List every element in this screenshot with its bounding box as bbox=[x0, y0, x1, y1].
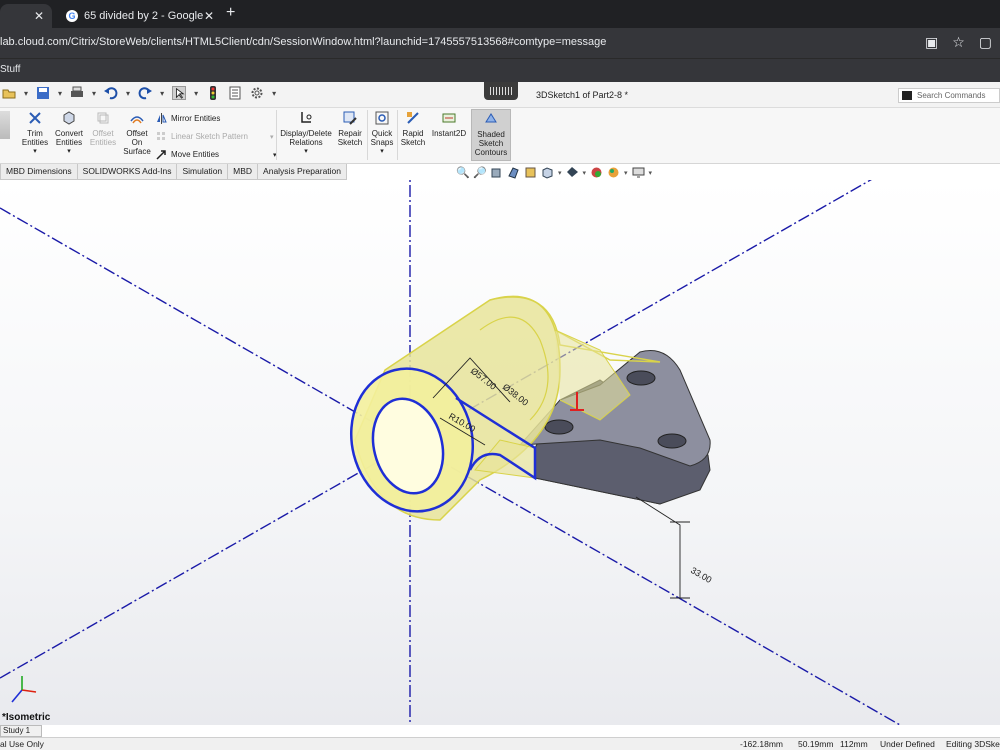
chevron-down-icon[interactable]: ▾ bbox=[24, 89, 28, 98]
zoom-to-area-icon[interactable]: 🔎 bbox=[473, 166, 487, 179]
quick-snaps-icon bbox=[375, 111, 389, 125]
convert-entities-icon bbox=[63, 111, 75, 125]
chevron-down-icon[interactable]: ▾ bbox=[558, 169, 562, 177]
status-y-coordinate: 50.19mm bbox=[798, 739, 834, 749]
open-icon[interactable] bbox=[2, 86, 16, 100]
share-icon[interactable]: ▣ bbox=[925, 34, 938, 51]
file-properties-icon[interactable] bbox=[228, 86, 242, 100]
repair-sketch-icon bbox=[343, 111, 357, 125]
bookmark-item[interactable]: Stuff bbox=[0, 64, 20, 75]
browser-tab-bar: ✕ G 65 divided by 2 - Google Search ✕ + bbox=[0, 0, 1000, 28]
offset-entities-button[interactable]: Offset Entities bbox=[88, 111, 118, 147]
status-x-coordinate: -162.18mm bbox=[740, 739, 783, 749]
bookmarks-bar: Stuff bbox=[0, 58, 1000, 82]
display-style-icon[interactable] bbox=[566, 166, 579, 179]
previous-view-icon[interactable] bbox=[490, 166, 503, 179]
instant2d-button[interactable]: Instant2D bbox=[430, 111, 468, 138]
zoom-to-fit-icon[interactable]: 🔍 bbox=[456, 166, 470, 179]
chevron-down-icon[interactable]: ▾ bbox=[126, 89, 130, 98]
print-icon[interactable] bbox=[70, 86, 84, 100]
tab-analysis-preparation[interactable]: Analysis Preparation bbox=[257, 164, 348, 180]
gear-icon[interactable] bbox=[250, 86, 264, 100]
url-text[interactable]: lab.cloud.com/Citrix/StoreWeb/clients/HT… bbox=[0, 36, 606, 48]
chevron-down-icon[interactable]: ▾ bbox=[92, 89, 96, 98]
tab-simulation[interactable]: Simulation bbox=[176, 164, 229, 180]
chevron-down-icon[interactable]: ▾ bbox=[58, 89, 62, 98]
rapid-sketch-icon bbox=[407, 112, 419, 124]
google-icon: G bbox=[66, 10, 78, 22]
instant2d-icon bbox=[442, 113, 456, 123]
dynamic-annotation-icon[interactable] bbox=[524, 166, 537, 179]
status-mode: Editing 3DSket bbox=[946, 739, 1000, 749]
repair-sketch-button[interactable]: Repair Sketch bbox=[336, 111, 364, 147]
rapid-sketch-button[interactable]: Rapid Sketch bbox=[399, 111, 427, 147]
mirror-entities-button[interactable]: Mirror Entities bbox=[156, 113, 220, 124]
relations-icon bbox=[301, 112, 312, 123]
tab-mbd[interactable]: MBD bbox=[227, 164, 259, 180]
model-view: Ø57.00 Ø38.00 R10.00 33.00 bbox=[0, 180, 901, 725]
chevron-down-icon[interactable]: ▾ bbox=[649, 169, 653, 177]
status-definition: Under Defined bbox=[880, 739, 935, 749]
browser-tab-active[interactable]: ✕ bbox=[0, 4, 52, 28]
mirror-icon bbox=[157, 113, 167, 124]
document-title: 3DSketch1 of Part2-8 * bbox=[536, 90, 629, 100]
heads-up-view-toolbar: 🔍 🔎 ▾ ▾ ▾ ▾ bbox=[456, 166, 652, 179]
appearance-icon[interactable] bbox=[607, 166, 620, 179]
bookmark-star-icon[interactable]: ☆ bbox=[952, 34, 965, 51]
move-entities-button[interactable]: Move Entities ▾ bbox=[156, 149, 277, 160]
close-tab-icon[interactable]: ✕ bbox=[34, 9, 44, 23]
extensions-icon[interactable]: ▢ bbox=[979, 34, 992, 51]
display-delete-relations-button[interactable]: Display/Delete Relations ▾ bbox=[278, 111, 334, 156]
citrix-toolbar-handle[interactable] bbox=[484, 82, 518, 100]
shaded-contours-icon bbox=[485, 113, 497, 123]
chevron-down-icon[interactable]: ▾ bbox=[194, 89, 198, 98]
status-license: al Use Only bbox=[0, 739, 44, 749]
chevron-down-icon[interactable]: ▾ bbox=[160, 89, 164, 98]
offset-icon bbox=[97, 112, 109, 124]
view-settings-icon[interactable] bbox=[632, 166, 645, 179]
chevron-down-icon[interactable]: ▾ bbox=[624, 169, 628, 177]
search-commands-input[interactable]: Search Commands bbox=[898, 88, 1000, 103]
tab-title: 65 divided by 2 - Google Search bbox=[84, 10, 204, 22]
view-orientation-label: *Isometric bbox=[2, 712, 51, 723]
convert-entities-button[interactable]: Convert Entities ▾ bbox=[53, 111, 85, 156]
linear-sketch-pattern-button[interactable]: Linear Sketch Pattern ▾ bbox=[156, 131, 273, 142]
view-orientation-icon[interactable] bbox=[541, 166, 554, 179]
move-icon bbox=[156, 150, 166, 160]
browser-tab-google[interactable]: G 65 divided by 2 - Google Search ✕ bbox=[56, 4, 222, 28]
redo-icon[interactable] bbox=[138, 86, 153, 100]
shaded-sketch-contours-button[interactable]: Shaded Sketch Contours bbox=[471, 109, 511, 161]
command-manager-tabs: MBD Dimensions SOLIDWORKS Add-Ins Simula… bbox=[0, 164, 348, 180]
study-tab[interactable]: Study 1 bbox=[0, 725, 42, 737]
offset-surface-icon bbox=[130, 116, 144, 124]
axis-triad bbox=[11, 676, 37, 703]
chevron-down-icon[interactable]: ▾ bbox=[583, 169, 587, 177]
close-tab-icon[interactable]: ✕ bbox=[204, 9, 214, 23]
linear-pattern-icon bbox=[157, 132, 165, 140]
trim-icon bbox=[29, 112, 41, 124]
hide-show-items-icon[interactable] bbox=[590, 166, 603, 179]
dimension-33[interactable]: 33.00 bbox=[689, 565, 714, 585]
status-z-coordinate: 112mm bbox=[840, 739, 868, 749]
offset-on-surface-button[interactable]: Offset On Surface bbox=[122, 111, 152, 156]
graphics-viewport[interactable]: Ø57.00 Ø38.00 R10.00 33.00 bbox=[0, 180, 1000, 725]
select-cursor-icon[interactable] bbox=[172, 86, 187, 100]
undo-icon[interactable] bbox=[104, 86, 118, 100]
tab-solidworks-addins[interactable]: SOLIDWORKS Add-Ins bbox=[76, 164, 178, 180]
address-bar: lab.cloud.com/Citrix/StoreWeb/clients/HT… bbox=[0, 28, 1000, 58]
sketch-tool-stub[interactable] bbox=[0, 111, 14, 139]
tab-mbd-dimensions[interactable]: MBD Dimensions bbox=[0, 164, 78, 180]
new-tab-button[interactable]: + bbox=[226, 4, 235, 22]
chevron-down-icon[interactable]: ▾ bbox=[272, 89, 276, 98]
save-icon[interactable] bbox=[36, 86, 50, 100]
trim-entities-button[interactable]: Trim Entities ▾ bbox=[20, 111, 50, 156]
command-manager-ribbon: Trim Entities ▾ Convert Entities ▾ Offse… bbox=[0, 108, 1000, 164]
status-bar: al Use Only -162.18mm 50.19mm 112mm Unde… bbox=[0, 737, 1000, 750]
section-view-icon[interactable] bbox=[507, 166, 520, 179]
quick-snaps-button[interactable]: Quick Snaps ▾ bbox=[369, 111, 395, 156]
traffic-light-icon[interactable] bbox=[206, 86, 220, 100]
